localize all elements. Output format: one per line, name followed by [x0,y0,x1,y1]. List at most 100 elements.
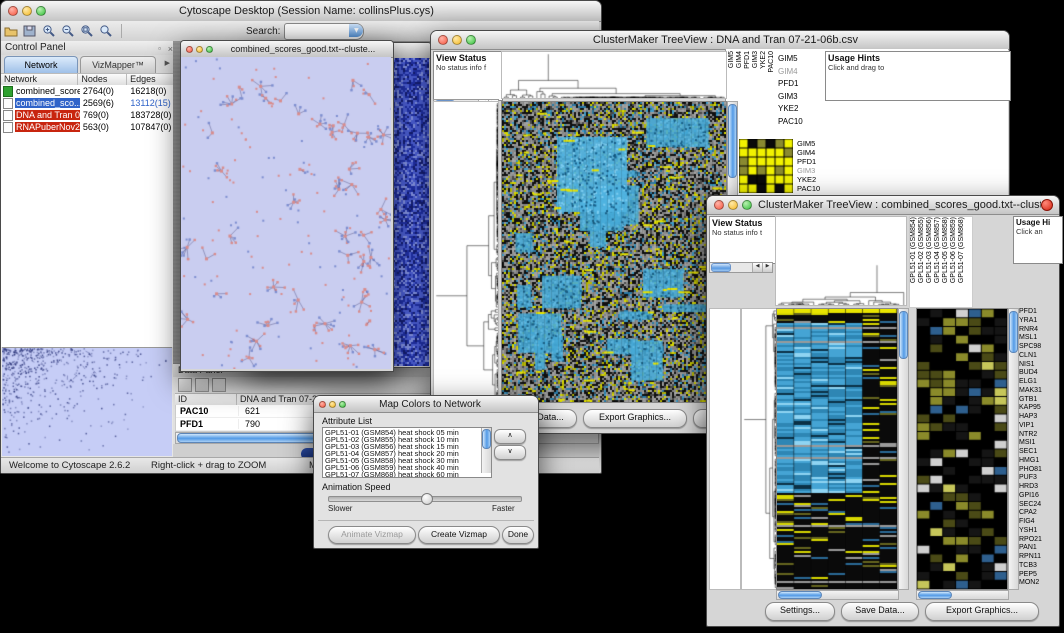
scroll-left-icon[interactable]: ◀ [752,263,762,272]
network-window-titlebar[interactable]: combined_scores_good.txt--cluste... [181,41,393,58]
done-button[interactable]: Done [502,526,534,544]
tv2-gene-label[interactable]: MSL1 [1019,334,1057,343]
heatmap-canvas[interactable] [501,101,727,403]
attribute-function-icon[interactable] [212,378,226,392]
strip-vscrollbar[interactable] [898,308,909,590]
tv2-gene-label[interactable]: CPA2 [1019,509,1057,518]
create-vizmap-button[interactable]: Create Vizmap [418,526,500,544]
export-graphics-button[interactable]: Export Graphics... [583,409,687,428]
network-overview-thumbnail[interactable] [2,347,172,456]
network-list-row[interactable]: combined_sco...2569(6)13112(15) [1,97,173,109]
tv1-matrix-label[interactable]: PAC10 [797,184,837,193]
scroll-right-icon[interactable]: ▶ [762,263,772,272]
tv2-gene-label[interactable]: SPC98 [1019,343,1057,352]
tv2-gene-label[interactable]: PEP5 [1019,571,1057,580]
export-graphics-button[interactable]: Export Graphics... [925,602,1039,621]
slider-thumb[interactable] [421,493,433,505]
tv2-gene-label[interactable]: SEC24 [1019,501,1057,510]
move-down-button[interactable]: ∨ [494,445,526,460]
move-up-button[interactable]: ∧ [494,429,526,444]
minimize-icon[interactable] [452,35,462,45]
close-icon[interactable] [186,46,193,53]
strip-vscroll-thumb[interactable] [899,311,908,359]
zoom-in-icon[interactable] [39,22,58,40]
tv1-gene-label[interactable]: GIM4 [778,66,822,79]
animate-vizmap-button[interactable]: Animate Vizmap [328,526,416,544]
treeview2-titlebar[interactable]: ClusterMaker TreeView : combined_scores_… [707,196,1059,215]
row-dendrogram-canvas[interactable] [433,101,499,403]
tv1-matrix-label[interactable]: PFD1 [797,157,837,166]
correlation-matrix-canvas[interactable] [739,139,793,193]
tv1-gene-label[interactable]: GIM5 [778,53,822,66]
tv1-matrix-label[interactable]: GIM4 [797,148,837,157]
tv2-gene-label[interactable]: PAN1 [1019,544,1057,553]
tv1-gene-label[interactable]: PAC10 [778,116,822,129]
close-icon[interactable] [319,401,326,408]
zoom-vscrollbar[interactable] [1008,308,1019,590]
zoom-icon[interactable] [466,35,476,45]
float-panel-icon[interactable]: ▫ [158,42,161,56]
tv2-gene-label[interactable]: ELG1 [1019,378,1057,387]
view-status-scrollbar[interactable]: ◀ ▶ [709,262,773,273]
tv2-gene-label[interactable]: SEC1 [1019,448,1057,457]
column-dendrogram-canvas[interactable] [775,216,907,306]
strip-hscrollbar[interactable] [776,590,899,600]
close-icon[interactable] [8,6,18,16]
zoom-region-icon[interactable] [96,22,115,40]
tv2-gene-label[interactable]: RPO21 [1019,536,1057,545]
network-list-row[interactable]: combined_scores2764(0)16218(0) [1,85,173,97]
tv1-gene-label[interactable]: YKE2 [778,103,822,116]
tv2-gene-label[interactable]: HAP3 [1019,413,1057,422]
attribute-list[interactable]: GPL51-01 (GSM854) heat shock 05 minGPL51… [322,427,492,478]
tv2-gene-label[interactable]: HRD3 [1019,483,1057,492]
zoom-hscroll-thumb[interactable] [918,591,952,599]
tv2-gene-label[interactable]: PHO81 [1019,466,1057,475]
zoom-icon[interactable] [206,46,213,53]
minimize-icon[interactable] [22,6,32,16]
close-icon[interactable] [714,200,724,210]
tv2-gene-label[interactable]: YRA1 [1019,317,1057,326]
tv2-gene-label[interactable]: MON2 [1019,579,1057,588]
overview-strip[interactable] [709,308,741,590]
tv2-gene-label[interactable]: RPN11 [1019,553,1057,562]
minimize-icon[interactable] [329,401,336,408]
select-attributes-icon[interactable] [178,378,192,392]
tv2-gene-label[interactable]: GTB1 [1019,396,1057,405]
zoom-fit-icon[interactable] [77,22,96,40]
strip-hscroll-thumb[interactable] [778,591,822,599]
tv1-gene-label[interactable]: GIM3 [778,91,822,104]
window-controls[interactable] [314,401,346,408]
column-dendrogram-canvas[interactable] [501,51,727,99]
zoom-vscroll-thumb[interactable] [1009,311,1018,353]
tv2-gene-label[interactable]: HMG1 [1019,457,1057,466]
tv1-matrix-label[interactable]: YKE2 [797,175,837,184]
zoom-icon[interactable] [339,401,346,408]
settings-button[interactable]: Settings... [765,602,835,621]
tab-overflow-icon[interactable]: ▶ [156,55,173,73]
search-input[interactable]: ▼ [284,23,364,40]
open-file-icon[interactable] [1,22,20,40]
zoom-icon[interactable] [36,6,46,16]
tv1-matrix-label[interactable]: GIM5 [797,139,837,148]
tv2-gene-label[interactable]: PFD1 [1019,308,1057,317]
tv2-gene-label[interactable]: NIS1 [1019,361,1057,370]
tv1-matrix-label[interactable]: GIM3 [797,166,837,175]
zoom-icon[interactable] [742,200,752,210]
tv2-gene-label[interactable]: YSH1 [1019,527,1057,536]
tv2-gene-label[interactable]: MAK31 [1019,387,1057,396]
attribute-scroll-thumb[interactable] [482,429,491,449]
main-titlebar[interactable]: Cytoscape Desktop (Session Name: collins… [1,1,601,22]
network-list-row[interactable]: RNAPuberNov2...563(0)107847(0) [1,121,173,133]
tv1-gene-label[interactable]: PFD1 [778,78,822,91]
heatmap-vscroll-thumb[interactable] [728,104,737,178]
tv2-gene-label[interactable]: CLN1 [1019,352,1057,361]
tv2-gene-label[interactable]: TCB3 [1019,562,1057,571]
window-controls[interactable] [431,35,476,45]
animation-speed-slider[interactable] [328,496,522,502]
minimize-icon[interactable] [728,200,738,210]
scroll-thumb[interactable] [711,263,731,272]
close-icon[interactable] [438,35,448,45]
dialog-titlebar[interactable]: Map Colors to Network [314,396,538,413]
save-icon[interactable] [20,22,39,40]
window-controls[interactable] [181,46,213,53]
